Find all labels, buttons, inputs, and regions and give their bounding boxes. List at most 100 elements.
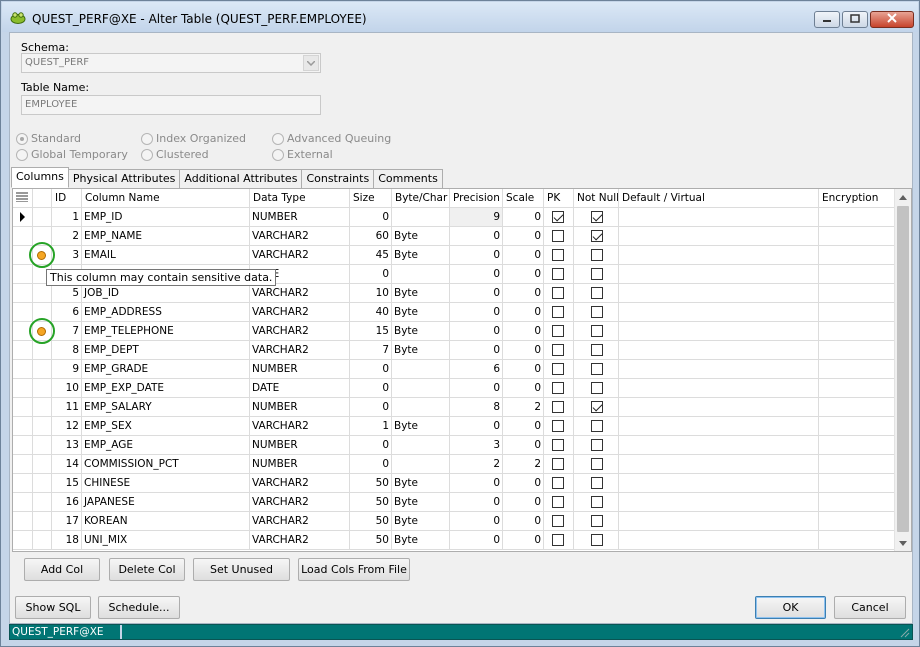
- cell-size[interactable]: 7: [350, 341, 392, 360]
- table-row[interactable]: 11 EMP_SALARY NUMBER 0 8 2: [13, 398, 895, 417]
- cell-scale[interactable]: 0: [503, 436, 544, 455]
- cell-encryption[interactable]: [819, 493, 895, 512]
- pk-checkbox[interactable]: [552, 306, 564, 318]
- cell-data-type[interactable]: VARCHAR2: [250, 493, 350, 512]
- cell-size[interactable]: 0: [350, 398, 392, 417]
- cell-data-type[interactable]: VARCHAR2: [250, 227, 350, 246]
- pk-checkbox[interactable]: [552, 496, 564, 508]
- cell-size[interactable]: 45: [350, 246, 392, 265]
- cell-precision[interactable]: 0: [450, 227, 503, 246]
- pk-checkbox[interactable]: [552, 325, 564, 337]
- cell-not-null[interactable]: [574, 322, 619, 341]
- cell-not-null[interactable]: [574, 493, 619, 512]
- cell-size[interactable]: 0: [350, 208, 392, 227]
- table-row[interactable]: 17 KOREAN VARCHAR2 50 Byte 0 0: [13, 512, 895, 531]
- not-null-checkbox[interactable]: [591, 477, 603, 489]
- cell-precision[interactable]: 8: [450, 398, 503, 417]
- not-null-checkbox[interactable]: [591, 268, 603, 280]
- not-null-checkbox[interactable]: [591, 458, 603, 470]
- tab-constraints[interactable]: Constraints: [301, 169, 375, 188]
- cell-id[interactable]: 16: [52, 493, 82, 512]
- not-null-checkbox[interactable]: [591, 420, 603, 432]
- cell-default-virtual[interactable]: [619, 341, 819, 360]
- cell-size[interactable]: 50: [350, 531, 392, 550]
- cell-data-type[interactable]: DATE: [250, 379, 350, 398]
- pk-checkbox[interactable]: [552, 344, 564, 356]
- cell-not-null[interactable]: [574, 531, 619, 550]
- cell-scale[interactable]: 0: [503, 208, 544, 227]
- cell-scale[interactable]: 2: [503, 455, 544, 474]
- cell-column-name[interactable]: EMP_ADDRESS: [82, 303, 250, 322]
- cell-data-type[interactable]: VARCHAR2: [250, 474, 350, 493]
- table-row[interactable]: 8 EMP_DEPT VARCHAR2 7 Byte 0 0: [13, 341, 895, 360]
- radio-index-organized[interactable]: Index Organized: [141, 132, 246, 145]
- not-null-checkbox[interactable]: [591, 306, 603, 318]
- cell-precision[interactable]: 9: [450, 208, 503, 227]
- cell-byte-char[interactable]: Byte: [392, 474, 450, 493]
- not-null-checkbox[interactable]: [591, 515, 603, 527]
- columns-grid[interactable]: ID Column Name Data Type Size Byte/Char …: [12, 188, 912, 552]
- show-sql-button[interactable]: Show SQL: [15, 596, 91, 619]
- table-row[interactable]: 6 EMP_ADDRESS VARCHAR2 40 Byte 0 0: [13, 303, 895, 322]
- cell-pk[interactable]: [544, 360, 574, 379]
- cell-data-type[interactable]: VARCHAR2: [250, 531, 350, 550]
- cell-data-type[interactable]: VARCHAR2: [250, 284, 350, 303]
- maximize-button[interactable]: [842, 11, 868, 28]
- minimize-button[interactable]: [814, 11, 840, 28]
- not-null-checkbox[interactable]: [591, 249, 603, 261]
- radio-advanced-queuing[interactable]: Advanced Queuing: [272, 132, 391, 145]
- cell-size[interactable]: 0: [350, 360, 392, 379]
- cell-byte-char[interactable]: [392, 379, 450, 398]
- cell-not-null[interactable]: [574, 246, 619, 265]
- delete-col-button[interactable]: Delete Col: [109, 558, 185, 581]
- cell-default-virtual[interactable]: [619, 455, 819, 474]
- pk-checkbox[interactable]: [552, 439, 564, 451]
- cell-encryption[interactable]: [819, 208, 895, 227]
- not-null-checkbox[interactable]: [591, 211, 603, 223]
- cell-byte-char[interactable]: Byte: [392, 246, 450, 265]
- cell-precision[interactable]: 2: [450, 455, 503, 474]
- table-row[interactable]: 13 EMP_AGE NUMBER 0 3 0: [13, 436, 895, 455]
- cell-byte-char[interactable]: [392, 398, 450, 417]
- cell-encryption[interactable]: [819, 227, 895, 246]
- cell-scale[interactable]: 0: [503, 341, 544, 360]
- header-precision[interactable]: Precision: [450, 189, 503, 208]
- cell-scale[interactable]: 0: [503, 379, 544, 398]
- cell-default-virtual[interactable]: [619, 398, 819, 417]
- cell-id[interactable]: 3: [52, 246, 82, 265]
- not-null-checkbox[interactable]: [591, 287, 603, 299]
- cell-encryption[interactable]: [819, 474, 895, 493]
- cell-encryption[interactable]: [819, 512, 895, 531]
- cell-column-name[interactable]: EMP_GRADE: [82, 360, 250, 379]
- cell-default-virtual[interactable]: [619, 379, 819, 398]
- cell-not-null[interactable]: [574, 208, 619, 227]
- not-null-checkbox[interactable]: [591, 325, 603, 337]
- pk-checkbox[interactable]: [552, 458, 564, 470]
- header-column-name[interactable]: Column Name: [82, 189, 250, 208]
- cell-scale[interactable]: 0: [503, 417, 544, 436]
- cell-byte-char[interactable]: Byte: [392, 531, 450, 550]
- cell-not-null[interactable]: [574, 360, 619, 379]
- cell-column-name[interactable]: EMP_EXP_DATE: [82, 379, 250, 398]
- cell-column-name[interactable]: CHINESE: [82, 474, 250, 493]
- pk-checkbox[interactable]: [552, 249, 564, 261]
- cell-byte-char[interactable]: [392, 360, 450, 379]
- not-null-checkbox[interactable]: [591, 230, 603, 242]
- cell-scale[interactable]: 0: [503, 360, 544, 379]
- table-row[interactable]: 10 EMP_EXP_DATE DATE 0 0 0: [13, 379, 895, 398]
- pk-checkbox[interactable]: [552, 230, 564, 242]
- header-size[interactable]: Size: [350, 189, 392, 208]
- cell-default-virtual[interactable]: [619, 303, 819, 322]
- cell-byte-char[interactable]: [392, 208, 450, 227]
- cell-data-type[interactable]: VARCHAR2: [250, 341, 350, 360]
- cell-data-type[interactable]: VARCHAR2: [250, 246, 350, 265]
- cell-column-name[interactable]: EMAIL: [82, 246, 250, 265]
- cell-precision[interactable]: 0: [450, 246, 503, 265]
- table-row[interactable]: 9 EMP_GRADE NUMBER 0 6 0: [13, 360, 895, 379]
- cell-column-name[interactable]: EMP_TELEPHONE: [82, 322, 250, 341]
- cell-scale[interactable]: 0: [503, 227, 544, 246]
- not-null-checkbox[interactable]: [591, 401, 603, 413]
- cell-byte-char[interactable]: [392, 265, 450, 284]
- cell-data-type[interactable]: VARCHAR2: [250, 512, 350, 531]
- cell-column-name[interactable]: EMP_SEX: [82, 417, 250, 436]
